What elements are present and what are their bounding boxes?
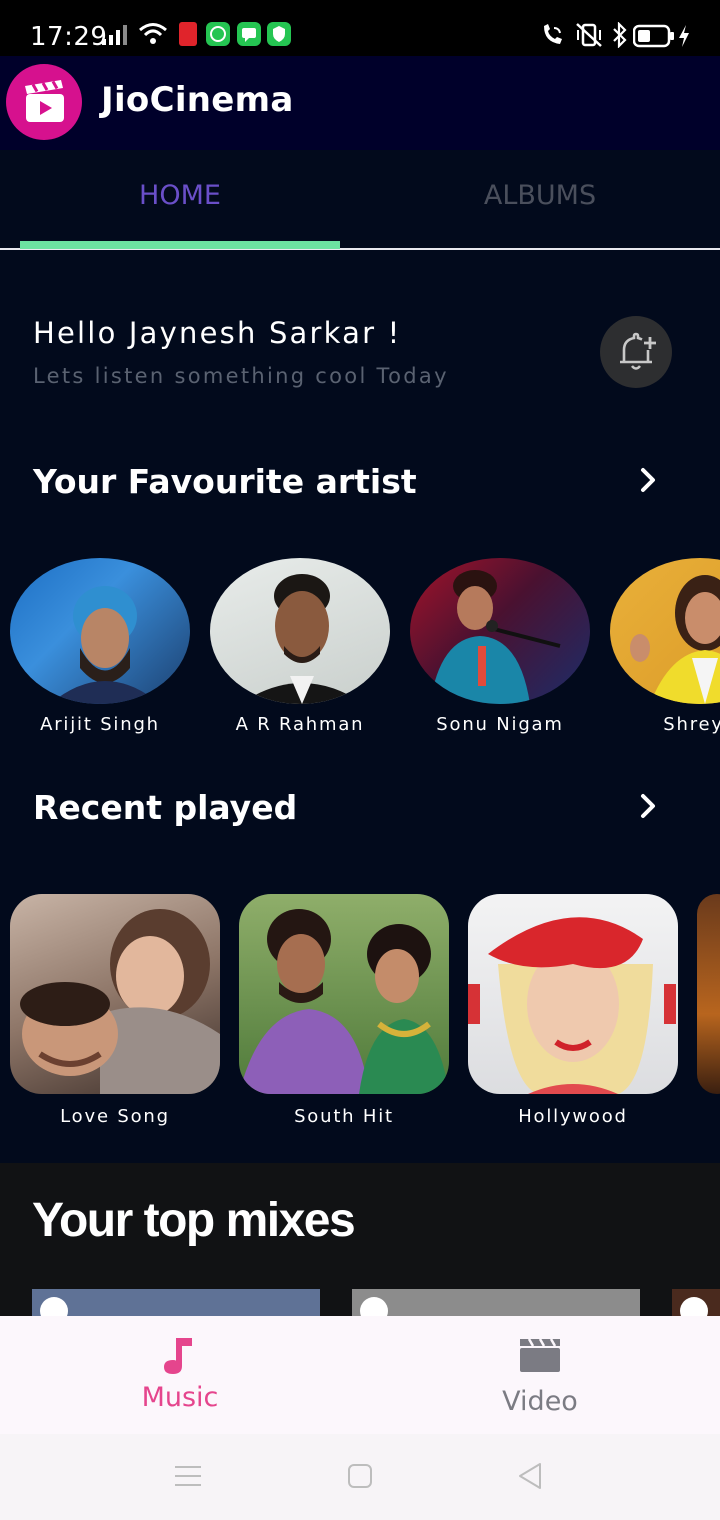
artist-card[interactable]: Sonu Nigam (410, 558, 590, 735)
home-square-icon[interactable] (346, 1462, 374, 1490)
battery-icon (633, 24, 674, 48)
recent-image (239, 894, 449, 1094)
tab-home[interactable]: HOME (0, 180, 360, 211)
nav-music[interactable]: Music (0, 1316, 360, 1434)
tab-albums[interactable]: ALBUMS (360, 180, 720, 211)
tab-indicator (20, 241, 340, 249)
artist-image (410, 558, 590, 704)
artist-name: A R Rahman (235, 714, 365, 735)
greeting-subtitle: Lets listen something cool Today (33, 364, 449, 388)
status-bar: 17:29 (0, 0, 720, 56)
wifi-calling-icon (544, 24, 562, 44)
music-note-icon (164, 1338, 192, 1374)
bell-plus-icon (620, 332, 656, 370)
artist-name: Shreya (663, 714, 720, 735)
artist-name: Sonu Nigam (436, 714, 564, 735)
system-nav-bar (0, 1434, 720, 1520)
signal-icon (102, 25, 127, 45)
top-mixes-section: Your top mixes (0, 1163, 720, 1323)
recent-card[interactable]: Love Song (10, 894, 220, 1127)
clapperboard-logo-icon (25, 80, 64, 122)
artist-image (210, 558, 390, 704)
artist-card[interactable]: Shreya (610, 558, 720, 735)
vibrate-icon (576, 23, 602, 47)
recents-menu-icon[interactable] (173, 1463, 203, 1489)
recent-image (697, 894, 720, 1094)
artist-image (610, 558, 720, 704)
bluetooth-icon (613, 22, 627, 48)
recent-card[interactable]: South Hit (239, 894, 449, 1127)
whatsapp-icon (206, 22, 230, 46)
artists-section-title: Your Favourite artist (33, 462, 417, 501)
tab-bar: HOME ALBUMS (0, 150, 720, 250)
charging-icon (679, 25, 689, 47)
artists-see-all-button[interactable] (630, 462, 666, 498)
shield-icon (267, 22, 291, 46)
recent-section-title: Recent played (33, 788, 298, 827)
app-logo (6, 64, 82, 140)
status-time: 17:29 (30, 22, 108, 52)
recent-name: South Hit (294, 1106, 394, 1127)
notification-add-button[interactable] (600, 316, 672, 388)
app-header: JioCinema (0, 56, 720, 150)
clapperboard-icon (520, 1338, 560, 1372)
back-triangle-icon[interactable] (516, 1461, 544, 1491)
app-screen: 17:29 JioCinema HOME ALBUMS Hello Jaynes… (0, 0, 720, 1520)
recent-image (468, 894, 678, 1094)
chevron-right-icon (641, 468, 655, 492)
artist-card[interactable]: Arijit Singh (10, 558, 190, 735)
greeting-title: Hello Jaynesh Sarkar ! (33, 316, 402, 350)
bottom-nav: Music Video (0, 1316, 720, 1434)
message-icon (237, 22, 261, 46)
recent-card[interactable]: Hollywood (468, 894, 678, 1127)
nav-video[interactable]: Video (360, 1316, 720, 1434)
recent-name: Hollywood (518, 1106, 628, 1127)
recent-see-all-button[interactable] (630, 788, 666, 824)
artist-image (10, 558, 190, 704)
recent-name: Love Song (60, 1106, 170, 1127)
red-app-icon (179, 22, 197, 46)
nav-music-label: Music (141, 1382, 219, 1413)
artist-card[interactable]: A R Rahman (210, 558, 390, 735)
wifi-icon (139, 23, 167, 44)
recent-card-partial[interactable] (697, 894, 720, 1094)
recent-image (10, 894, 220, 1094)
app-title: JioCinema (101, 80, 294, 120)
nav-video-label: Video (502, 1386, 578, 1417)
chevron-right-icon (641, 794, 655, 818)
top-mixes-title: Your top mixes (32, 1194, 356, 1247)
artist-name: Arijit Singh (40, 714, 160, 735)
